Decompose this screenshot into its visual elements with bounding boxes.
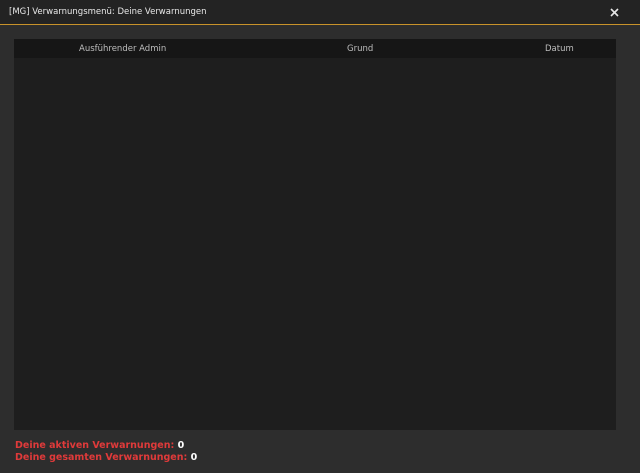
warnings-window: [MG] Verwarnungsmenü: Deine Verwarnungen… bbox=[0, 0, 640, 473]
close-icon bbox=[610, 8, 619, 17]
column-header-admin[interactable]: Ausführender Admin bbox=[79, 44, 166, 54]
total-warnings-label: Deine gesamten Verwarnungen: bbox=[15, 452, 188, 463]
total-warnings-line: Deine gesamten Verwarnungen: 0 bbox=[15, 452, 197, 463]
column-header-grund[interactable]: Grund bbox=[347, 44, 373, 54]
warnings-table: Ausführender Admin Grund Datum bbox=[14, 39, 616, 430]
active-warnings-line: Deine aktiven Verwarnungen: 0 bbox=[15, 440, 184, 451]
total-warnings-count: 0 bbox=[190, 452, 198, 463]
close-button[interactable] bbox=[605, 5, 623, 21]
active-warnings-label: Deine aktiven Verwarnungen: bbox=[15, 440, 175, 451]
table-body[interactable] bbox=[14, 58, 616, 430]
window-title: [MG] Verwarnungsmenü: Deine Verwarnungen bbox=[9, 7, 207, 17]
table-header: Ausführender Admin Grund Datum bbox=[14, 39, 616, 58]
title-bar[interactable]: [MG] Verwarnungsmenü: Deine Verwarnungen bbox=[0, 0, 640, 25]
column-header-datum[interactable]: Datum bbox=[545, 44, 574, 54]
active-warnings-count: 0 bbox=[177, 440, 185, 451]
